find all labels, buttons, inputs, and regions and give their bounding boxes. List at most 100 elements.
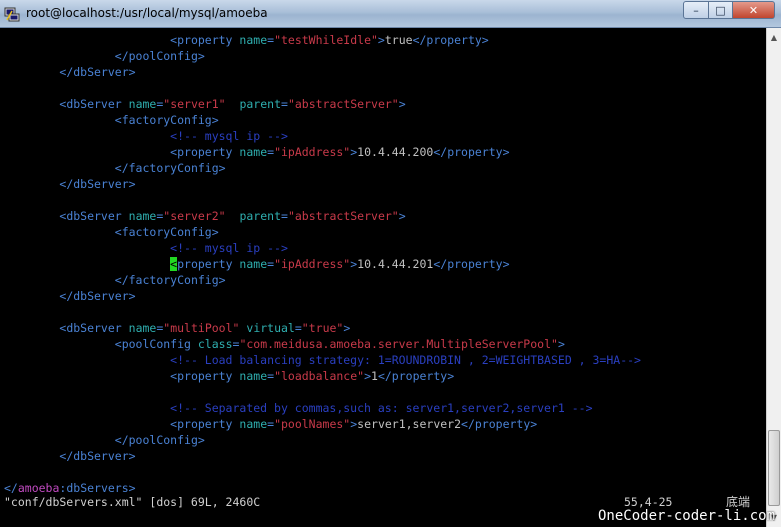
code-line: </dbServer>: [4, 64, 136, 80]
code-token: <poolConfig: [114, 337, 198, 351]
code-token: name: [239, 417, 268, 431]
code-line: <poolConfig class="com.meidusa.amoeba.se…: [4, 336, 565, 352]
code-line: <property name="ipAddress">10.4.44.201</…: [4, 256, 510, 272]
watermark-text: OneCoder-coder-li.com: [598, 508, 776, 524]
code-token: parent: [239, 209, 281, 223]
code-line: <dbServer name="server2" parent="abstrac…: [4, 208, 406, 224]
terminal-area[interactable]: <property name="testWhileIdle">true</pro…: [0, 28, 766, 527]
minimize-button[interactable]: –: [683, 1, 709, 19]
code-line: <factoryConfig>: [4, 112, 219, 128]
code-token: "ipAddress": [274, 145, 351, 159]
window-controls: – □ ✕: [683, 1, 775, 21]
code-line: <!-- Separated by commas,such as: server…: [4, 400, 593, 416]
maximize-button[interactable]: □: [709, 1, 733, 19]
code-line: </poolConfig>: [4, 48, 205, 64]
code-line: <dbServer name="multiPool" virtual="true…: [4, 320, 350, 336]
code-token: name: [239, 369, 268, 383]
code-token: "ipAddress": [274, 257, 351, 271]
code-token: </property>: [433, 145, 510, 159]
code-line: </factoryConfig>: [4, 160, 226, 176]
close-button[interactable]: ✕: [733, 1, 775, 19]
code-token: "server1": [163, 97, 226, 111]
code-line: <property name="testWhileIdle">true</pro…: [4, 32, 489, 48]
code-token: <factoryConfig>: [114, 113, 219, 127]
code-token: dbServers: [66, 481, 129, 495]
status-file-info: "conf/dbServers.xml" [dos] 69L, 2460C: [4, 495, 261, 509]
code-token: "true": [301, 321, 344, 335]
code-line: <dbServer name="server1" parent="abstrac…: [4, 96, 406, 112]
close-icon: ✕: [748, 3, 759, 17]
code-token: </dbServer>: [59, 289, 136, 303]
code-line: <property name="poolNames">server1,serve…: [4, 416, 537, 432]
scroll-up-icon[interactable]: ▲: [767, 30, 781, 44]
code-token: "testWhileIdle": [274, 33, 378, 47]
code-line: </dbServer>: [4, 448, 136, 464]
window-titlebar[interactable]: root@localhost:/usr/local/mysql/amoeba –…: [0, 0, 781, 28]
code-line: <factoryConfig>: [4, 224, 219, 240]
code-token: property: [177, 257, 240, 271]
code-token: <property: [170, 417, 240, 431]
scrollbar-thumb[interactable]: [768, 430, 780, 506]
code-token: server1,server2: [357, 417, 462, 431]
code-token: parent: [239, 97, 281, 111]
code-line: <!-- mysql ip -->: [4, 240, 288, 256]
code-token: >: [364, 369, 372, 383]
code-token: <!-- Separated by commas,such as: server…: [170, 401, 593, 415]
code-token: 1: [371, 369, 378, 383]
code-token: virtual: [246, 321, 295, 335]
putty-icon: [4, 7, 20, 22]
code-token: </property>: [377, 369, 455, 383]
code-token: =: [281, 209, 288, 223]
code-token: <property: [170, 369, 240, 383]
code-token: name: [128, 97, 157, 111]
code-token: "multiPool": [163, 321, 240, 335]
vertical-scrollbar[interactable]: ▲ ▼: [766, 28, 781, 527]
code-token: <property: [170, 145, 240, 159]
code-token: </poolConfig>: [114, 49, 205, 63]
window-title: root@localhost:/usr/local/mysql/amoeba: [26, 6, 268, 20]
code-line: </factoryConfig>: [4, 272, 226, 288]
code-token: >: [557, 337, 565, 351]
code-token: name: [128, 209, 157, 223]
code-token: </dbServer>: [59, 65, 136, 79]
code-token: <property: [170, 33, 240, 47]
code-token: "poolNames": [274, 417, 351, 431]
code-token: </dbServer>: [59, 449, 136, 463]
code-token: "com.meidusa.amoeba.server.MultipleServe…: [239, 337, 558, 351]
code-token: </property>: [461, 417, 538, 431]
code-token: amoeba: [17, 481, 60, 495]
code-token: >: [398, 209, 406, 223]
code-token: =: [281, 97, 288, 111]
code-token: =: [294, 321, 302, 335]
code-token: <factoryConfig>: [114, 225, 219, 239]
code-token: name: [239, 145, 268, 159]
code-token: </dbServer>: [59, 177, 136, 191]
code-token: "abstractServer": [287, 97, 399, 111]
code-token: >: [398, 97, 406, 111]
code-token: >: [343, 321, 351, 335]
code-token: <!-- Load balancing strategy: 1=ROUNDROB…: [170, 353, 641, 367]
code-token: name: [239, 33, 268, 47]
code-line: </poolConfig>: [4, 432, 205, 448]
code-line: </dbServer>: [4, 176, 136, 192]
code-token: <dbServer: [59, 209, 129, 223]
